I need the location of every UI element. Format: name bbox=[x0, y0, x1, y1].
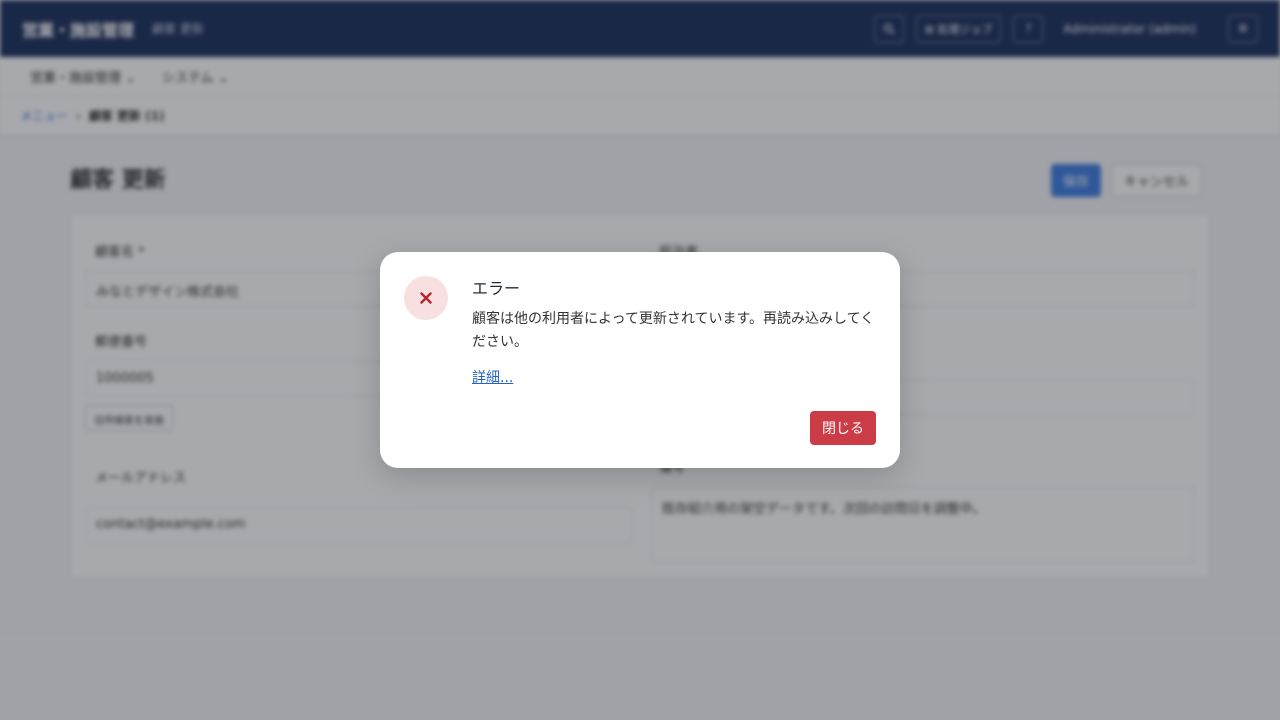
details-link[interactable]: 詳細... bbox=[472, 367, 513, 387]
error-dialog: エラー 顧客は他の利用者によって更新されています。再読み込みしてください。 詳細… bbox=[380, 252, 900, 468]
dialog-message: 顧客は他の利用者によって更新されています。再読み込みしてください。 bbox=[472, 311, 875, 350]
dialog-title: エラー bbox=[472, 279, 521, 298]
close-button[interactable]: 閉じる bbox=[810, 411, 876, 445]
error-x-icon bbox=[420, 292, 432, 304]
error-badge bbox=[404, 276, 448, 320]
